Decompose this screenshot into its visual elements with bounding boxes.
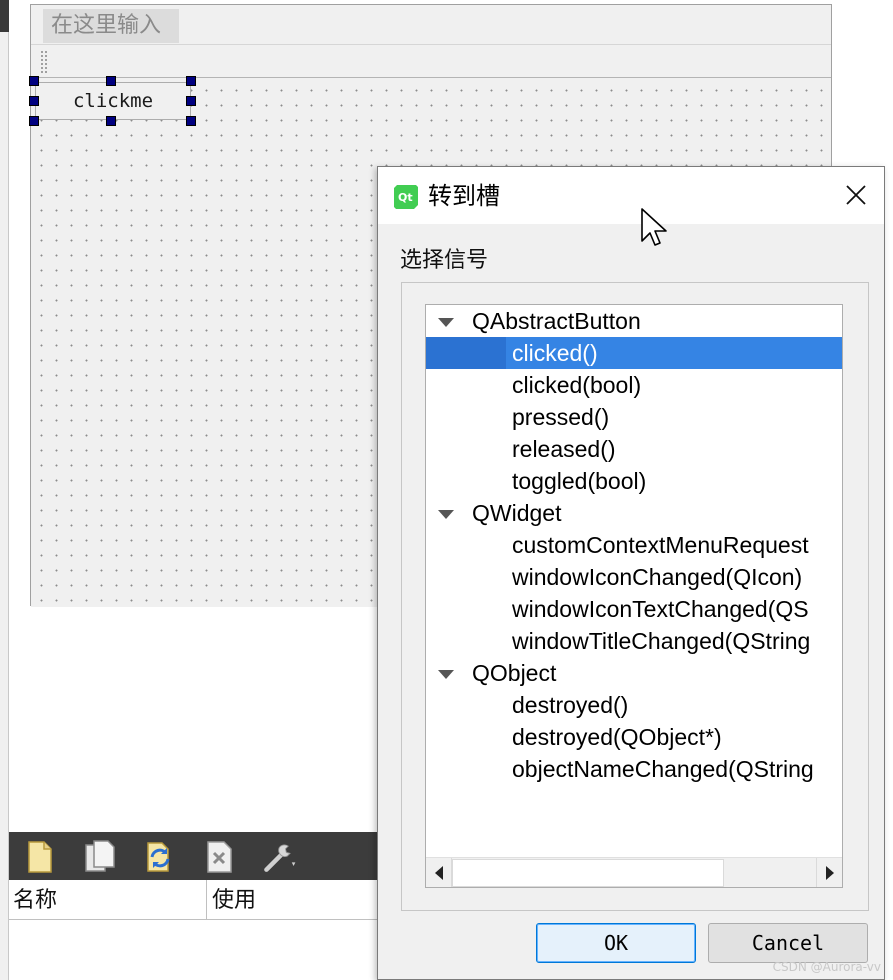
form-menubar: 在这里输入 — [31, 5, 831, 45]
signal-item[interactable]: objectNameChanged(QString — [426, 753, 842, 785]
signal-item[interactable]: destroyed(QObject*) — [426, 721, 842, 753]
scrollbar-thumb[interactable] — [452, 859, 724, 887]
toolbar-grip-handle[interactable] — [40, 50, 48, 74]
selection-handle-top-right[interactable] — [186, 76, 196, 86]
signal-item[interactable]: windowTitleChanged(QString — [426, 625, 842, 657]
reload-icon[interactable] — [141, 838, 179, 876]
tools-icon[interactable] — [261, 838, 299, 876]
signal-item[interactable]: pressed() — [426, 401, 842, 433]
copy-file-icon[interactable] — [81, 838, 119, 876]
signal-item[interactable]: released() — [426, 433, 842, 465]
watermark-text: CSDN @Aurora-vv — [772, 960, 881, 974]
scroll-left-arrow-icon[interactable] — [426, 858, 452, 887]
ok-button[interactable]: OK — [536, 923, 696, 963]
selection-handle-right[interactable] — [186, 96, 196, 106]
cancel-button[interactable]: Cancel — [708, 923, 868, 963]
dialog-titlebar[interactable]: Qt 转到槽 — [378, 167, 884, 246]
form-toolbar — [31, 46, 831, 78]
expand-arrow-icon[interactable] — [438, 670, 454, 679]
qt-logo-icon: Qt — [394, 185, 418, 209]
left-panel-edge — [0, 0, 9, 980]
tree-group-qabstractbutton[interactable]: QAbstractButton — [426, 305, 842, 337]
tree-group-qobject[interactable]: QObject — [426, 657, 842, 689]
selection-handle-left[interactable] — [29, 96, 39, 106]
svg-text:Qt: Qt — [398, 191, 413, 204]
signal-item[interactable]: windowIconChanged(QIcon) — [426, 561, 842, 593]
expand-arrow-icon[interactable] — [438, 318, 454, 327]
scroll-right-arrow-icon[interactable] — [816, 858, 842, 887]
close-icon[interactable] — [842, 181, 870, 209]
selection-handle-top-left[interactable] — [29, 76, 39, 86]
tree-group-qwidget[interactable]: QWidget — [426, 497, 842, 529]
dialog-title: 转到槽 — [428, 182, 500, 210]
selection-handle-bottom-right[interactable] — [186, 116, 196, 126]
delete-file-icon[interactable] — [201, 838, 239, 876]
signal-item-selected[interactable]: clicked() — [426, 337, 842, 369]
expand-arrow-icon[interactable] — [438, 510, 454, 519]
resource-table-header: 名称 使用 — [9, 880, 379, 920]
signal-item[interactable]: destroyed() — [426, 689, 842, 721]
clickme-button-widget[interactable]: clickme — [35, 82, 191, 120]
go-to-slot-dialog: Qt 转到槽 选择信号 QAbstractButton clicked() cl… — [377, 166, 885, 980]
right-blank-area — [833, 0, 893, 165]
column-header-name[interactable]: 名称 — [9, 880, 207, 920]
signal-item[interactable]: toggled(bool) — [426, 465, 842, 497]
horizontal-scrollbar[interactable] — [426, 857, 842, 887]
signal-item[interactable]: windowIconTextChanged(QS — [426, 593, 842, 625]
select-signal-label: 选择信号 — [400, 248, 489, 273]
column-header-usage[interactable]: 使用 — [208, 880, 379, 920]
new-file-icon[interactable] — [21, 838, 59, 876]
signal-item[interactable]: clicked(bool) — [426, 369, 842, 401]
selection-handle-bottom-left[interactable] — [29, 116, 39, 126]
left-panel-dark-top — [0, 0, 9, 32]
signal-item[interactable]: customContextMenuRequest — [426, 529, 842, 561]
selection-handle-bottom[interactable] — [106, 116, 116, 126]
menu-placeholder[interactable]: 在这里输入 — [43, 9, 179, 43]
signal-tree-viewport: QAbstractButton clicked() clicked(bool) … — [426, 305, 842, 857]
mouse-pointer-icon — [641, 208, 667, 246]
signal-tree[interactable]: QAbstractButton clicked() clicked(bool) … — [425, 304, 843, 888]
selection-handle-top[interactable] — [106, 76, 116, 86]
resource-toolbar — [9, 832, 379, 880]
